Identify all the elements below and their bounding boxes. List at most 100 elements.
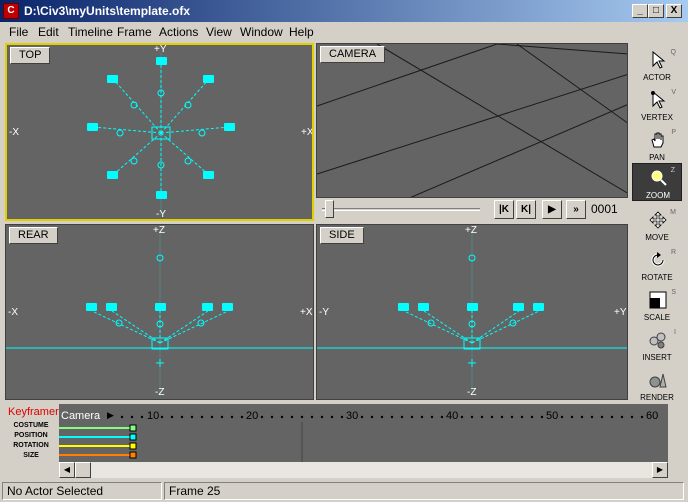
keyframer-title: Keyframer [8,406,59,418]
tick-50: 50 [546,410,559,422]
magnifier-icon [651,170,667,186]
vertex-tool-button[interactable]: V VERTEX [632,86,682,124]
move-tool-button[interactable]: M MOVE [632,206,682,244]
scroll-thumb[interactable] [75,462,91,478]
actor-hotkey: Q [670,49,676,56]
actor-tool-label: ACTOR [643,73,671,82]
move-arrows-icon [649,211,667,229]
first-frame-button[interactable]: |K [494,200,514,219]
side-axis-pos-z: +Z [465,225,477,236]
scale-tool-label: SCALE [643,313,671,322]
side-axis-neg-y: -Y [319,307,329,318]
play-button[interactable]: ▶ [542,200,562,219]
insert-hotkey: I [674,329,676,336]
vertex-tool-label: VERTEX [641,113,673,122]
row-label-position: POSITION [14,432,48,439]
close-button[interactable]: X [666,4,682,18]
render-tool-label: RENDER [640,393,674,402]
keyframer-labels: Keyframer COSTUME POSITION ROTATION SIZE [2,404,59,462]
scroll-right-button[interactable]: ▶ [652,462,668,478]
camera-viewport-label: CAMERA [320,46,386,63]
tick-20: 20 [246,410,259,422]
side-viewport[interactable]: SIDE +Z -Z -Y +Y [316,224,628,400]
status-bar: No Actor Selected Frame 25 [0,480,688,502]
menu-window[interactable]: Window [240,25,283,39]
rear-viewport-label: REAR [9,227,58,244]
row-label-costume: COSTUME [13,422,49,429]
top-axis-pos-x: +X [301,127,314,138]
rear-axis-pos-z: +Z [153,225,165,236]
side-viewport-label: SIDE [320,227,364,244]
zoom-tool-button[interactable]: Z ZOOM [632,163,682,201]
top-axis-pos-y: +Y [154,44,167,55]
insert-tool-label: INSERT [642,353,672,362]
menu-file[interactable]: File [9,25,28,39]
rotate-tool-label: ROTATE [641,273,673,282]
status-frame: Frame 25 [164,482,684,500]
menu-timeline[interactable]: Timeline [68,25,113,39]
rear-axis-pos-x: +X [300,307,313,318]
vertex-hotkey: V [671,89,676,96]
side-axis-pos-y: +Y [614,307,627,318]
side-scene [317,233,627,395]
frame-slider-thumb[interactable] [325,200,334,218]
render-tool-button[interactable]: RENDER [632,366,682,404]
menu-view[interactable]: View [206,25,232,39]
timeline-scrollbar[interactable]: ◀ ▶ [59,462,668,478]
side-axis-neg-z: -Z [467,387,477,398]
render-icon [649,373,667,388]
tick-30: 30 [346,410,359,422]
frame-counter: 0001 [591,202,618,216]
top-axis-neg-y: -Y [156,209,166,220]
camera-scene [317,44,627,197]
camera-playback-bar: |K K| ▶ » 0001 [316,198,628,221]
rear-axis-neg-x: -X [8,307,18,318]
prev-frame-button[interactable]: K| [516,200,536,219]
app-icon[interactable]: C [3,3,19,19]
keyframer-track[interactable]: Camera ▶ 10 20 30 40 50 60 [59,404,668,462]
top-viewport-label: TOP [10,47,51,64]
insert-icon [649,332,666,349]
pan-hotkey: P [671,129,676,136]
tick-10: 10 [147,410,160,422]
menu-help[interactable]: Help [289,25,314,39]
tick-40: 40 [446,410,459,422]
rotate-icon [651,252,665,267]
top-viewport[interactable]: TOP +Y -Y -X +X [5,43,314,221]
status-selection: No Actor Selected [2,482,162,500]
move-tool-label: MOVE [645,233,669,242]
vertex-arrow-icon [651,91,666,109]
menu-edit[interactable]: Edit [38,25,59,39]
arrow-icon [652,51,666,69]
zoom-tool-label: ZOOM [646,191,670,200]
frame-slider-track[interactable] [322,208,480,211]
zoom-hotkey: Z [670,167,675,174]
tick-60: 60 [646,410,659,422]
row-label-size: SIZE [23,452,39,459]
scale-tool-button[interactable]: S SCALE [632,286,682,324]
scale-icon [649,291,667,309]
menu-frame[interactable]: Frame [117,25,152,39]
rotate-tool-button[interactable]: R ROTATE [632,246,682,284]
hand-icon [651,132,664,148]
title-bar[interactable]: C D:\Civ3\myUnits\template.ofx _ □ X [0,0,688,22]
pan-tool-label: PAN [649,153,665,162]
top-axis-neg-x: -X [9,127,19,138]
actor-tool-button[interactable]: Q ACTOR [632,46,682,84]
minimize-button[interactable]: _ [632,4,648,18]
scroll-left-button[interactable]: ◀ [59,462,75,478]
rear-axis-neg-z: -Z [155,387,165,398]
pan-tool-button[interactable]: P PAN [632,126,682,164]
rotate-hotkey: R [670,249,676,256]
window-title: D:\Civ3\myUnits\template.ofx [24,4,191,18]
rear-scene [6,233,313,395]
rear-viewport[interactable]: REAR +Z -Z -X +X [5,224,314,400]
move-hotkey: M [670,209,676,216]
camera-viewport[interactable]: CAMERA [316,43,628,198]
maximize-button[interactable]: □ [648,4,664,18]
top-scene [87,53,235,215]
keyframer-vertical-scrollbar[interactable] [668,404,685,462]
insert-tool-button[interactable]: I INSERT [632,326,682,364]
last-frame-button[interactable]: » [566,200,586,219]
menu-actions[interactable]: Actions [159,25,198,39]
